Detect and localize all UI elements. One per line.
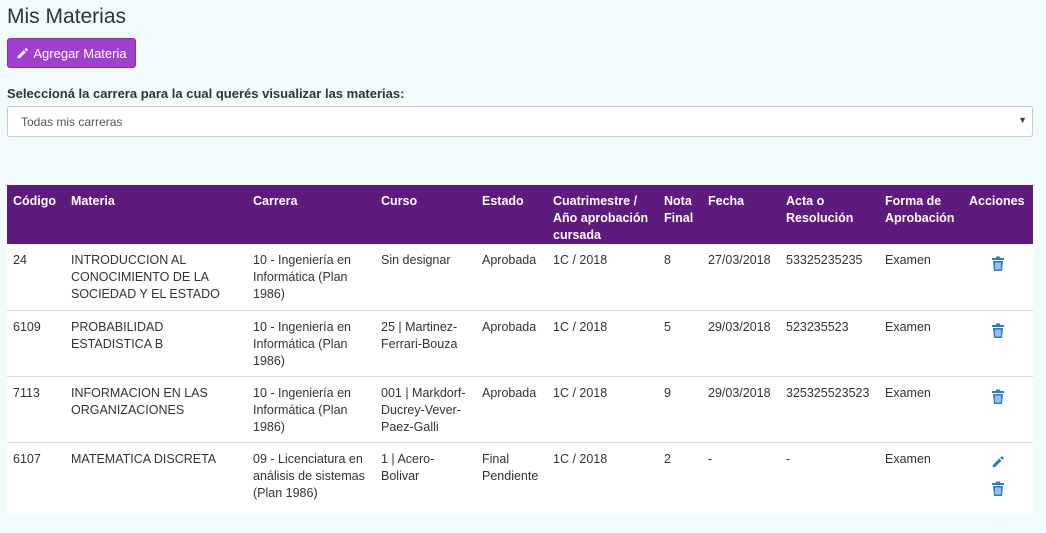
cell-cuatrimestre: 1C / 2018: [547, 376, 658, 443]
header-fecha: Fecha: [702, 185, 780, 244]
cell-fecha: 27/03/2018: [702, 244, 780, 311]
trash-icon[interactable]: [990, 256, 1006, 272]
cell-cuatrimestre: 1C / 2018: [547, 244, 658, 311]
cell-acciones: [963, 442, 1033, 515]
table-row: 6107 MATEMATICA DISCRETA 09 - Licenciatu…: [7, 442, 1033, 515]
cell-materia: INTRODUCCION AL CONOCIMIENTO DE LA SOCIE…: [65, 244, 247, 311]
cell-codigo: 6109: [7, 310, 65, 377]
cell-estado: Aprobada: [476, 310, 547, 377]
cell-forma: Examen: [879, 244, 963, 311]
cell-cuatrimestre: 1C / 2018: [547, 310, 658, 377]
header-acciones: Acciones: [963, 185, 1033, 244]
cell-estado: Final Pendiente: [476, 442, 547, 515]
table-row: 24 INTRODUCCION AL CONOCIMIENTO DE LA SO…: [7, 244, 1033, 311]
materias-table: Código Materia Carrera Curso Estado Cuat…: [7, 185, 1033, 515]
cell-codigo: 24: [7, 244, 65, 311]
header-materia: Materia: [65, 185, 247, 244]
cell-forma: Examen: [879, 376, 963, 443]
cell-forma: Examen: [879, 310, 963, 377]
cell-codigo: 7113: [7, 376, 65, 443]
header-codigo: Código: [7, 185, 65, 244]
cell-curso: 001 | Markdorf-Ducrey-Vever-Paez-Galli: [375, 376, 476, 443]
cell-forma: Examen: [879, 442, 963, 515]
cell-fecha: 29/03/2018: [702, 376, 780, 443]
page-title: Mis Materias: [7, 5, 127, 28]
caret-down-icon: ▼: [1018, 115, 1027, 125]
cell-codigo: 6107: [7, 442, 65, 515]
cell-fecha: 29/03/2018: [702, 310, 780, 377]
header-estado: Estado: [476, 185, 547, 244]
cell-acta: 523235523: [780, 310, 879, 377]
cell-cuatrimestre: 1C / 2018: [547, 442, 658, 515]
cell-curso: 25 | Martinez-Ferrari-Bouza: [375, 310, 476, 377]
cell-acciones: [963, 376, 1033, 443]
header-curso: Curso: [375, 185, 476, 244]
header-cuatrimestre: Cuatrimestre / Año aprobación cursada: [547, 185, 658, 244]
header-carrera: Carrera: [247, 185, 375, 244]
cell-nota: 2: [658, 442, 702, 515]
cell-nota: 8: [658, 244, 702, 311]
cell-acciones: [963, 244, 1033, 311]
add-materia-label: Agregar Materia: [33, 45, 127, 61]
cell-carrera: 09 - Licenciatura en análisis de sistema…: [247, 442, 375, 515]
cell-acta: 53325235235: [780, 244, 879, 311]
cell-acciones: [963, 310, 1033, 377]
header-forma: Forma de Aprobación: [879, 185, 963, 244]
header-acta: Acta o Resolución: [780, 185, 879, 244]
career-select-label: Seleccioná la carrera para la cual queré…: [7, 86, 405, 101]
career-select-value: Todas mis carreras: [21, 114, 123, 129]
header-nota: Nota Final: [658, 185, 702, 244]
cell-estado: Aprobada: [476, 376, 547, 443]
trash-icon[interactable]: [990, 481, 1006, 497]
cell-curso: Sin designar: [375, 244, 476, 311]
cell-materia: MATEMATICA DISCRETA: [65, 442, 247, 515]
table-header-row: Código Materia Carrera Curso Estado Cuat…: [7, 185, 1033, 244]
table-row: 7113 INFORMACION EN LAS ORGANIZACIONES 1…: [7, 376, 1033, 443]
add-materia-button[interactable]: Agregar Materia: [7, 38, 136, 68]
cell-nota: 9: [658, 376, 702, 443]
cell-acta: 325325523523: [780, 376, 879, 443]
cell-curso: 1 | Acero-Bolivar: [375, 442, 476, 515]
pencil-icon: [16, 47, 29, 60]
cell-carrera: 10 - Ingeniería en Informática (Plan 198…: [247, 310, 375, 377]
cell-materia: INFORMACION EN LAS ORGANIZACIONES: [65, 376, 247, 443]
career-select[interactable]: Todas mis carreras ▼: [7, 106, 1033, 137]
table-row: 6109 PROBABILIDAD ESTADISTICA B 10 - Ing…: [7, 310, 1033, 377]
trash-icon[interactable]: [990, 323, 1006, 339]
cell-estado: Aprobada: [476, 244, 547, 311]
cell-acta: -: [780, 442, 879, 515]
cell-nota: 5: [658, 310, 702, 377]
cell-carrera: 10 - Ingeniería en Informática (Plan 198…: [247, 376, 375, 443]
cell-fecha: -: [702, 442, 780, 515]
trash-icon[interactable]: [990, 389, 1006, 405]
page: Mis Materias Agregar Materia Seleccioná …: [0, 0, 1046, 533]
pencil-icon[interactable]: [990, 455, 1006, 471]
cell-carrera: 10 - Ingeniería en Informática (Plan 198…: [247, 244, 375, 311]
cell-materia: PROBABILIDAD ESTADISTICA B: [65, 310, 247, 377]
